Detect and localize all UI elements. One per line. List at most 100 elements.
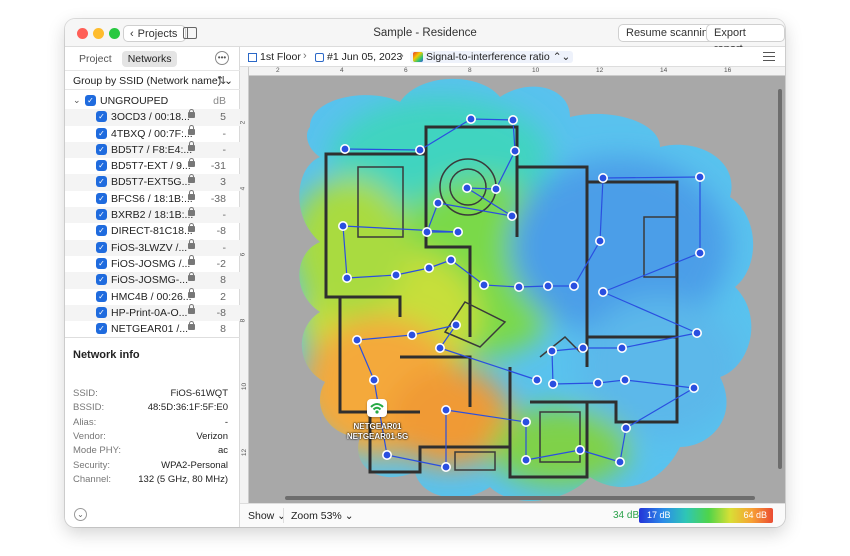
export-report-button[interactable]: Export report...: [706, 24, 785, 55]
survey-point[interactable]: [688, 382, 699, 393]
survey-point[interactable]: [422, 227, 433, 238]
survey-point[interactable]: [507, 114, 518, 125]
survey-point[interactable]: [568, 281, 579, 292]
chevron-down-circle-icon[interactable]: ⌄: [74, 508, 87, 521]
survey-point[interactable]: [433, 198, 444, 209]
settings-sliders-icon[interactable]: [763, 51, 775, 62]
survey-point[interactable]: [594, 236, 605, 247]
network-checkbox[interactable]: ✓: [96, 143, 107, 155]
survey-point[interactable]: [338, 221, 349, 232]
survey-point[interactable]: [342, 273, 353, 284]
survey-point[interactable]: [441, 461, 452, 472]
network-checkbox[interactable]: ✓: [96, 176, 107, 188]
survey-point[interactable]: [479, 280, 490, 291]
more-options-icon[interactable]: •••: [215, 51, 229, 65]
zoom-menu[interactable]: Zoom 53% ⌄: [291, 510, 354, 522]
projects-back-button[interactable]: ‹ Projects: [123, 25, 187, 42]
survey-point[interactable]: [491, 184, 502, 195]
network-checkbox[interactable]: ✓: [96, 192, 107, 204]
network-row[interactable]: ✓ HMC4B / 00:26... 2: [65, 288, 240, 305]
network-checkbox[interactable]: ✓: [96, 323, 107, 335]
network-row[interactable]: ✓ BD5T7-EXT5G... 3: [65, 173, 240, 191]
network-row[interactable]: ✓ HP-Print-0A-O... -8: [65, 304, 240, 322]
survey-point[interactable]: [546, 345, 557, 356]
survey-point[interactable]: [451, 320, 462, 331]
network-checkbox[interactable]: ✓: [96, 111, 107, 123]
survey-point[interactable]: [616, 342, 627, 353]
survey-point[interactable]: [520, 454, 531, 465]
survey-point[interactable]: [520, 416, 531, 427]
network-row[interactable]: ✓ BD5T7 / F8:E4:... -: [65, 141, 240, 159]
group-checkbox[interactable]: ✓: [85, 95, 96, 106]
survey-point[interactable]: [694, 248, 705, 259]
survey-point[interactable]: [597, 173, 608, 184]
survey-point[interactable]: [542, 281, 553, 292]
survey-point[interactable]: [382, 449, 393, 460]
vertical-scrollbar[interactable]: [778, 89, 782, 469]
survey-point[interactable]: [506, 211, 517, 222]
network-row[interactable]: ✓ FiOS-3LWZV /... -: [65, 239, 240, 256]
network-row[interactable]: ✓ DIRECT-81C18... -8: [65, 222, 240, 239]
survey-point[interactable]: [407, 329, 418, 340]
survey-point[interactable]: [597, 287, 608, 298]
zoom-window-button[interactable]: [109, 28, 120, 39]
survey-point[interactable]: [691, 327, 702, 338]
minimize-window-button[interactable]: [93, 28, 104, 39]
survey-point[interactable]: [340, 144, 351, 155]
network-checkbox[interactable]: ✓: [96, 127, 107, 139]
survey-point[interactable]: [619, 374, 630, 385]
survey-point[interactable]: [577, 342, 588, 353]
network-row[interactable]: ✓ FiOS-JOSMG-... 8: [65, 271, 240, 289]
network-checkbox[interactable]: ✓: [96, 241, 107, 253]
heatmap-svg[interactable]: [240, 67, 785, 503]
group-by-selector[interactable]: Group by SSID (Network name) ⌄ ⇅: [65, 70, 240, 90]
network-row[interactable]: ✓ 4TBXQ / 00:7F:... -: [65, 125, 240, 142]
survey-point[interactable]: [369, 374, 380, 385]
tab-networks[interactable]: Networks: [121, 51, 178, 67]
survey-point[interactable]: [574, 444, 585, 455]
sort-icon[interactable]: ⇅: [217, 74, 226, 87]
survey-point[interactable]: [391, 270, 402, 281]
network-checkbox[interactable]: ✓: [96, 225, 107, 237]
chevron-down-icon[interactable]: ⌄: [73, 95, 81, 106]
survey-point[interactable]: [441, 404, 452, 415]
show-menu[interactable]: Show ⌄: [248, 510, 286, 522]
network-checkbox[interactable]: ✓: [96, 257, 107, 269]
metric-selector[interactable]: Signal-to-interference ratio ⌃⌄: [410, 51, 574, 63]
survey-point[interactable]: [424, 263, 435, 274]
survey-point[interactable]: [592, 377, 603, 388]
floor-plan-canvas[interactable]: 2 4 6 8 10 12 14 16 2 4 6 8 10 12 NETGEAR01 NETGEAR0…: [240, 67, 785, 503]
network-row[interactable]: ✓ FiOS-JOSMG /... -2: [65, 255, 240, 272]
sidebar-toggle-icon[interactable]: [183, 27, 197, 39]
survey-point[interactable]: [446, 255, 457, 266]
breadcrumb-floor[interactable]: 1st Floor: [248, 51, 301, 63]
network-checkbox[interactable]: ✓: [96, 274, 107, 286]
survey-point[interactable]: [513, 282, 524, 293]
network-checkbox[interactable]: ✓: [96, 306, 107, 318]
horizontal-scrollbar[interactable]: [285, 496, 755, 500]
survey-point[interactable]: [614, 456, 625, 467]
network-checkbox[interactable]: ✓: [96, 290, 107, 302]
group-header[interactable]: ⌄ ✓ UNGROUPED dB: [65, 93, 240, 109]
survey-point[interactable]: [435, 342, 446, 353]
wifi-access-point-icon[interactable]: [367, 399, 387, 417]
survey-point[interactable]: [509, 146, 520, 157]
survey-point[interactable]: [620, 422, 631, 433]
network-row[interactable]: ✓ BFCS6 / 18:1B:... -38: [65, 190, 240, 207]
survey-point[interactable]: [531, 374, 542, 385]
network-checkbox[interactable]: ✓: [96, 160, 107, 172]
network-row[interactable]: ✓ NETGEAR01 /... 8: [65, 320, 240, 337]
network-row[interactable]: ✓ BD5T7-EXT / 9... -31: [65, 157, 240, 174]
survey-point[interactable]: [415, 145, 426, 156]
tab-project[interactable]: Project: [73, 51, 118, 67]
survey-point[interactable]: [466, 113, 477, 124]
network-checkbox[interactable]: ✓: [96, 209, 107, 221]
survey-point[interactable]: [352, 334, 363, 345]
survey-point[interactable]: [462, 183, 473, 194]
survey-point[interactable]: [547, 378, 558, 389]
close-window-button[interactable]: [77, 28, 88, 39]
network-row[interactable]: ✓ BXRB2 / 18:1B:... -: [65, 206, 240, 224]
breadcrumb-survey[interactable]: #1 Jun 05, 2023: [315, 51, 402, 63]
survey-point[interactable]: [694, 172, 705, 183]
survey-point[interactable]: [453, 227, 464, 238]
